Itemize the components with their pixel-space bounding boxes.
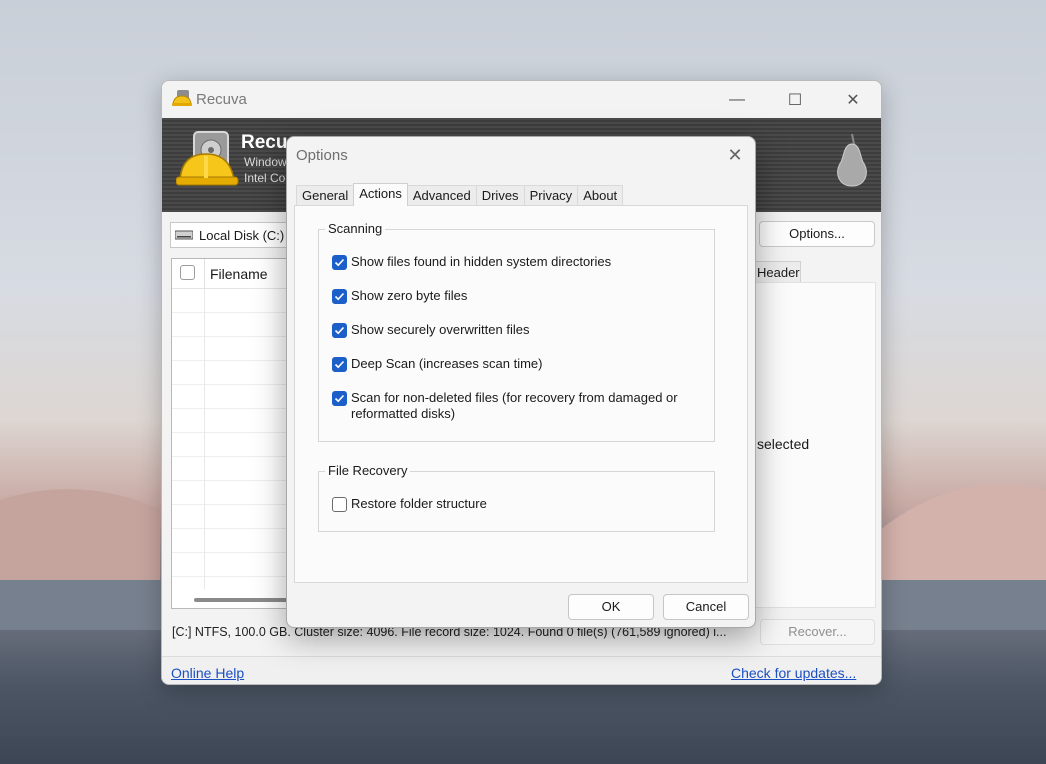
file-list-rows — [172, 289, 295, 589]
minimize-icon: — — [729, 90, 745, 108]
checkbox-checked-icon[interactable] — [332, 357, 347, 372]
option-label: Show files found in hidden system direct… — [351, 254, 612, 269]
check-updates-link[interactable]: Check for updates... — [731, 665, 856, 681]
option-label: Show zero byte files — [351, 288, 468, 303]
options-tabs: General Actions Advanced Drives Privacy … — [296, 183, 624, 206]
checkbox-checked-icon[interactable] — [332, 323, 347, 338]
option-zero-byte-files[interactable]: Show zero byte files — [332, 288, 467, 304]
recuva-logo-icon — [176, 131, 239, 186]
actions-tab-panel: Scanning Show files found in hidden syst… — [294, 205, 748, 583]
option-label: Show securely overwritten files — [351, 322, 530, 337]
minimize-button[interactable]: — — [708, 81, 766, 118]
options-dialog: Options ✕ General Actions Advanced Drive… — [286, 136, 756, 628]
preview-panel: selected — [752, 282, 876, 608]
tab-drives[interactable]: Drives — [475, 185, 525, 206]
close-icon: ✕ — [846, 91, 860, 109]
option-label: Restore folder structure — [351, 496, 487, 511]
tab-advanced[interactable]: Advanced — [406, 185, 477, 206]
tab-about[interactable]: About — [577, 185, 624, 206]
checkbox-checked-icon[interactable] — [332, 289, 347, 304]
scanning-group: Scanning Show files found in hidden syst… — [318, 221, 715, 442]
select-all-checkbox[interactable] — [180, 265, 195, 280]
maximize-button[interactable]: ☐ — [766, 81, 824, 118]
drive-selector-label: Local Disk (C:) — [199, 227, 285, 243]
horizontal-scrollbar[interactable] — [194, 598, 294, 602]
online-help-link[interactable]: Online Help — [171, 665, 244, 681]
drive-selector[interactable]: Local Disk (C:) — [170, 222, 290, 248]
close-icon: ✕ — [727, 145, 743, 165]
column-divider — [204, 259, 205, 289]
options-button[interactable]: Options... — [759, 221, 875, 247]
checkbox-unchecked-icon[interactable] — [332, 497, 347, 512]
file-list-header: Filename — [172, 259, 295, 289]
dialog-title: Options — [296, 147, 348, 164]
cancel-button[interactable]: Cancel — [663, 594, 749, 620]
selection-status-text: selected — [757, 436, 810, 452]
file-recovery-group: File Recovery Restore folder structure — [318, 463, 715, 532]
option-deep-scan[interactable]: Deep Scan (increases scan time) — [332, 356, 542, 372]
scanning-group-label: Scanning — [325, 221, 386, 236]
option-hidden-system-dirs[interactable]: Show files found in hidden system direct… — [332, 254, 611, 270]
window-title: Recuva — [196, 91, 247, 108]
system-info-line2: Intel Co — [244, 171, 286, 185]
brand-name: Recu — [241, 132, 288, 153]
main-titlebar: Recuva — ☐ ✕ — [162, 81, 881, 118]
column-divider — [204, 289, 205, 589]
option-label: Scan for non-deleted files (for recovery… — [351, 390, 678, 421]
tab-general[interactable]: General — [296, 185, 355, 206]
footer-bar: Online Help Check for updates... — [162, 656, 881, 684]
recuva-app-icon — [172, 90, 192, 106]
system-info-line1: Window — [244, 155, 287, 169]
piriform-pear-icon — [837, 133, 867, 187]
file-recovery-group-label: File Recovery — [325, 463, 411, 478]
option-securely-overwritten[interactable]: Show securely overwritten files — [332, 322, 529, 338]
ok-button[interactable]: OK — [568, 594, 654, 620]
checkbox-checked-icon[interactable] — [332, 255, 347, 270]
option-label: Deep Scan (increases scan time) — [351, 356, 543, 371]
checkbox-checked-icon[interactable] — [332, 391, 347, 406]
tab-privacy[interactable]: Privacy — [523, 185, 579, 206]
drive-icon — [175, 230, 193, 240]
recover-button[interactable]: Recover... — [760, 619, 875, 645]
dialog-close-button[interactable]: ✕ — [723, 144, 747, 168]
filename-column-header[interactable]: Filename — [210, 266, 268, 282]
tab-actions[interactable]: Actions — [353, 183, 408, 206]
maximize-icon: ☐ — [787, 91, 803, 109]
file-list[interactable]: Filename — [171, 258, 296, 609]
option-non-deleted-files[interactable]: Scan for non-deleted files (for recovery… — [332, 390, 702, 422]
option-restore-folder-structure[interactable]: Restore folder structure — [332, 496, 487, 512]
tab-header[interactable]: Header — [752, 261, 801, 283]
close-button[interactable]: ✕ — [824, 81, 881, 118]
